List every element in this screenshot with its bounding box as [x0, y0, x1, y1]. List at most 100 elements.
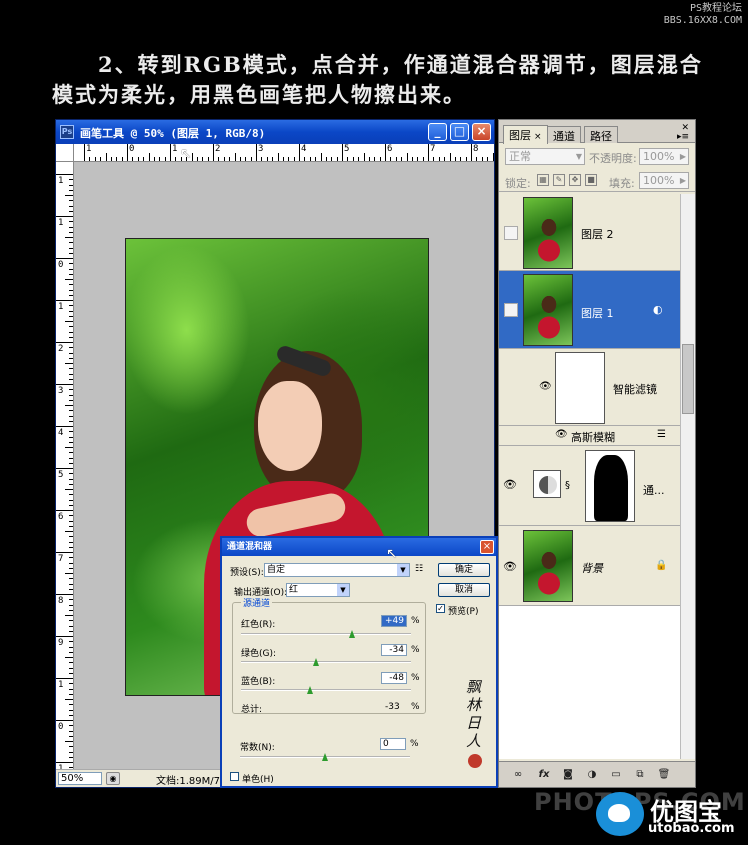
dialog-titlebar[interactable]: 通道混和器 [222, 538, 496, 556]
opacity-field[interactable]: 100% ▶ [639, 148, 689, 165]
adjustment-icon[interactable]: ◑ [585, 768, 599, 782]
ruler-tick [476, 157, 478, 161]
ruler-tick [69, 688, 73, 690]
total-label: 总计: [241, 705, 263, 715]
lock-paint-icon[interactable]: ✎ [553, 174, 565, 186]
preset-select[interactable]: 自定 ▼ [264, 563, 410, 577]
ruler-tick [69, 499, 73, 501]
ruler-tick [69, 620, 73, 622]
ruler-tick [69, 231, 73, 233]
green-slider-track[interactable] [241, 661, 411, 663]
ruler-tick [69, 268, 73, 270]
ruler-tick [69, 273, 73, 275]
new-layer-icon[interactable]: ⧉ [633, 768, 647, 782]
filter-options-icon[interactable]: ☰ [657, 429, 666, 440]
ruler-tick [358, 157, 360, 161]
ruler-tick [56, 342, 73, 343]
green-input[interactable]: -34 [381, 644, 407, 656]
visibility-toggle[interactable] [504, 303, 518, 317]
ruler-tick [56, 510, 73, 511]
layer-thumbnail [523, 274, 573, 346]
eye-icon[interactable]: 👁 [555, 429, 568, 440]
monochrome-checkbox[interactable] [230, 772, 239, 781]
eye-icon[interactable]: 👁 [503, 560, 517, 573]
layers-scrollbar[interactable] [680, 194, 695, 759]
fx-icon[interactable]: fx [537, 768, 551, 782]
ruler-tick [69, 751, 73, 753]
ruler-number: 1 [58, 680, 64, 690]
layer-row-channel-mixer[interactable]: 👁 § 通... [499, 446, 681, 526]
constant-input[interactable]: 0 [380, 738, 406, 750]
fill-label: 填充: [609, 177, 635, 190]
ruler-tick [272, 157, 274, 161]
ruler-tick [65, 699, 73, 700]
navigator-icon[interactable]: ◉ [106, 772, 120, 785]
maximize-button[interactable]: □ [450, 123, 469, 141]
preset-options-icon[interactable]: ☷ [415, 564, 423, 574]
lock-transparency-icon[interactable]: ▦ [537, 174, 549, 186]
document-info[interactable]: 文档:1.89M/7 [156, 772, 220, 787]
blue-input[interactable]: -48 [381, 672, 407, 684]
close-button[interactable]: × [472, 123, 491, 141]
link-icon[interactable]: ∞ [511, 768, 525, 782]
tab-channels[interactable]: 通道 [547, 126, 581, 143]
ruler-number: 6 [58, 512, 64, 522]
percent-sign: % [411, 702, 420, 712]
ruler-number: 2 [215, 144, 221, 154]
smart-filter-label: 智能滤镜 [613, 383, 657, 396]
ruler-tick [69, 189, 73, 191]
ruler-tick [69, 347, 73, 349]
ruler-tick [159, 157, 161, 161]
trash-icon[interactable]: 🗑 [657, 768, 671, 782]
eye-icon[interactable]: 👁 [539, 381, 552, 392]
red-slider-track[interactable] [241, 633, 411, 635]
preview-checkbox[interactable]: ✓ [436, 604, 445, 613]
horizontal-ruler[interactable]: 1 0 1 2 3 4 5 6 7 8 [74, 144, 494, 162]
ruler-tick [121, 157, 123, 161]
ruler-tick [69, 331, 73, 333]
tab-layers[interactable]: 图层 × [503, 125, 548, 144]
cancel-button[interactable]: 取消 [438, 583, 490, 597]
scrollbar-thumb[interactable] [682, 344, 694, 414]
zoom-field[interactable]: 50% [58, 772, 102, 785]
layer-row-smart-filter[interactable]: 👁 智能滤镜 [499, 349, 681, 426]
document-titlebar[interactable]: Ps 画笔工具 @ 50% (图层 1, RGB/8) _ □ × [56, 120, 494, 144]
ruler-tick [69, 494, 73, 496]
preset-value: 自定 [267, 565, 286, 575]
layer-row-gaussian-blur[interactable]: 👁 高斯模糊 ☰ [499, 426, 681, 446]
lock-move-icon[interactable]: ✥ [569, 174, 581, 186]
fill-field[interactable]: 100% ▶ [639, 172, 689, 189]
ruler-number: 1 [58, 218, 64, 228]
ruler-tick [69, 252, 73, 254]
panel-menu-icon[interactable]: ▸≡ [677, 132, 689, 142]
vertical-ruler[interactable]: 110123456789101 [56, 162, 74, 769]
ruler-corner [56, 144, 74, 162]
heading-line1: 2、转到RGB模式，点合并，作通道混合器调节，图层混合 [98, 52, 703, 77]
folder-icon[interactable]: ▭ [609, 768, 623, 782]
layer-row-layer2[interactable]: 图层 2 [499, 194, 681, 271]
ok-button[interactable]: 确定 [438, 563, 490, 577]
output-channel-select[interactable]: 红 ▼ [286, 583, 350, 597]
ruler-tick [69, 515, 73, 517]
layer-row-layer1[interactable]: 图层 1 ◐ [499, 271, 681, 349]
ruler-tick [69, 714, 73, 716]
blend-row: 正常 ▼ 不透明度: 100% ▶ [499, 146, 695, 168]
ruler-tick [239, 157, 241, 161]
minimize-button[interactable]: _ [428, 123, 447, 141]
red-input[interactable]: +49 [381, 615, 407, 627]
ruler-tick [69, 609, 73, 611]
lock-all-icon[interactable]: ■ [585, 174, 597, 186]
tab-paths[interactable]: 路径 [584, 126, 618, 143]
tab-close-icon[interactable]: × [534, 132, 542, 142]
blue-slider-track[interactable] [241, 689, 411, 691]
ruler-tick [395, 157, 397, 161]
blend-mode-select[interactable]: 正常 ▼ [505, 148, 585, 165]
dialog-close-button[interactable]: × [480, 540, 494, 554]
chain-link-icon[interactable]: § [565, 480, 570, 491]
eye-icon[interactable]: 👁 [503, 478, 517, 491]
preset-label: 预设(S): [230, 568, 264, 578]
mask-icon[interactable]: ◙ [561, 768, 575, 782]
visibility-toggle[interactable] [504, 226, 518, 240]
red-label: 红色(R): [241, 620, 276, 630]
layer-row-background[interactable]: 👁 背景 🔒 [499, 526, 681, 606]
